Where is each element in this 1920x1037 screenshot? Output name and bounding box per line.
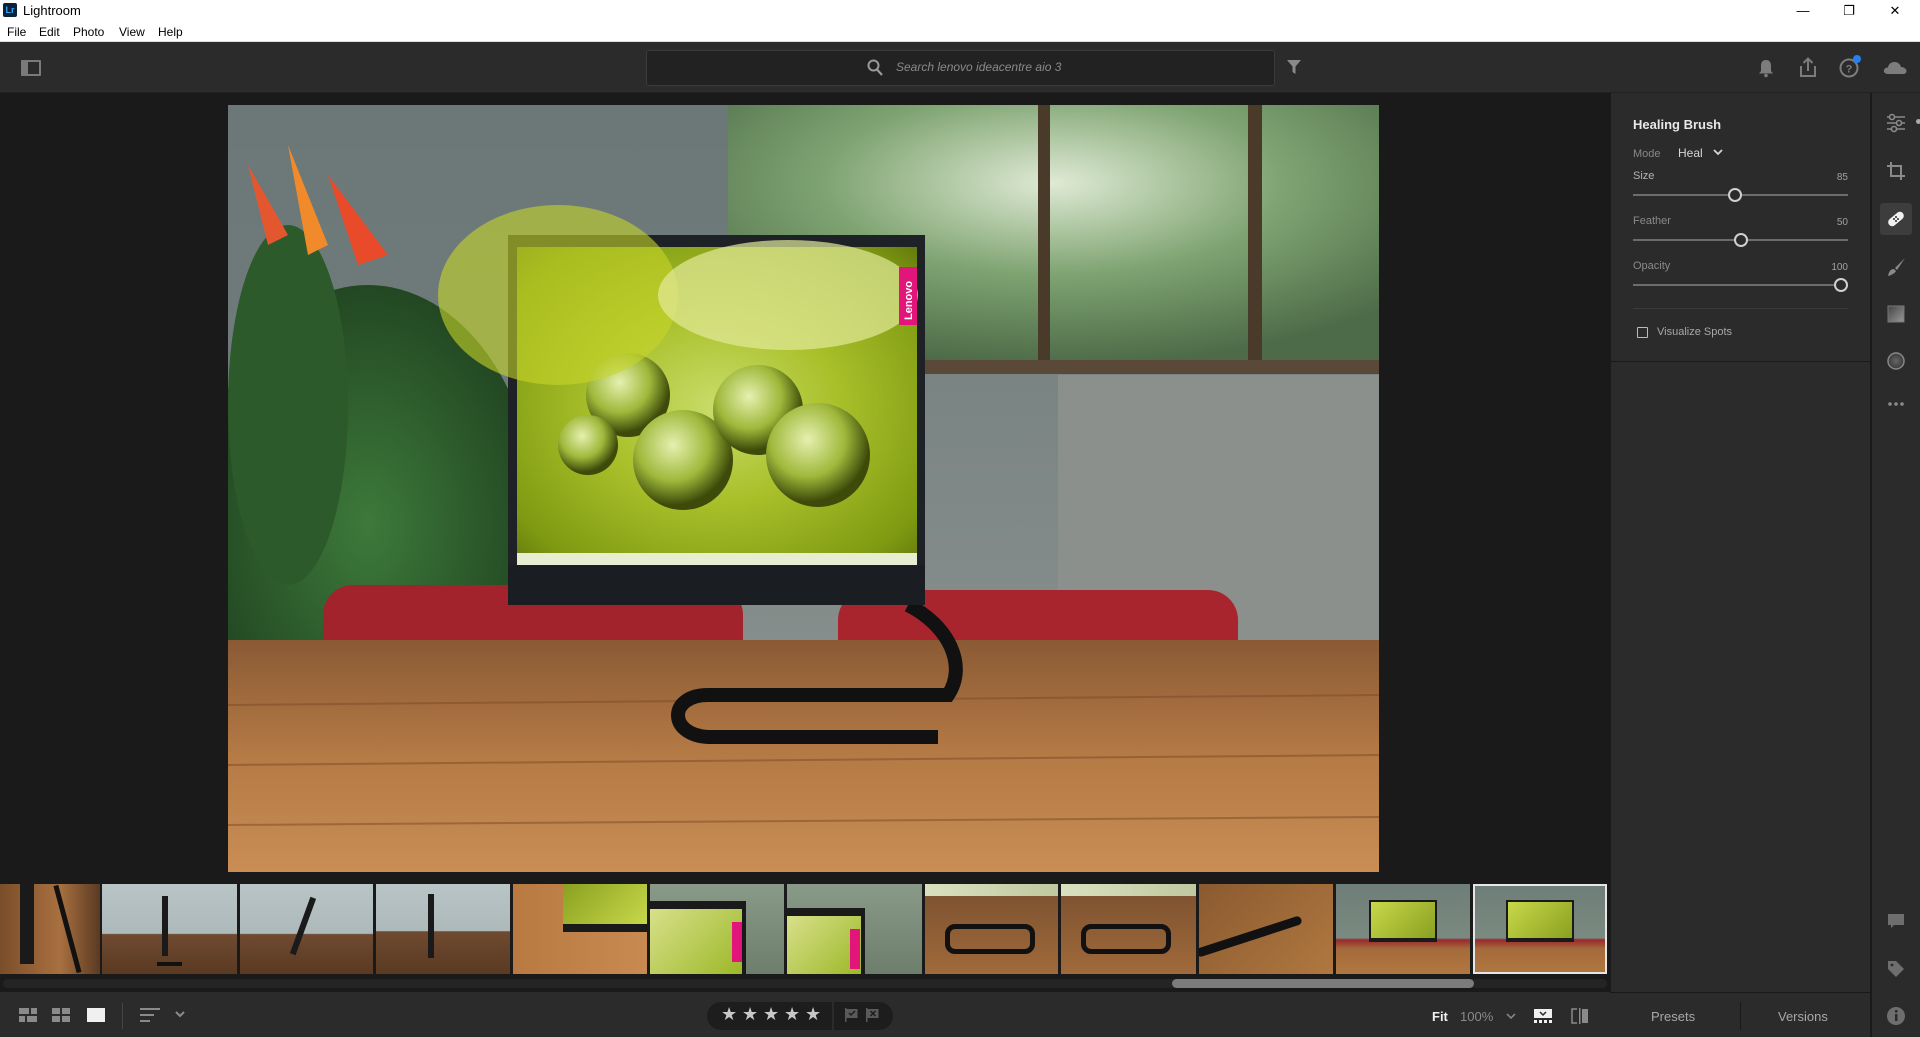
search-icon bbox=[867, 59, 883, 76]
panel-section-divider bbox=[1610, 361, 1870, 362]
star-1-icon[interactable]: ★ bbox=[721, 1004, 737, 1025]
filmstrip-thumbnail[interactable] bbox=[240, 884, 373, 974]
lightroom-app-icon: Lr bbox=[3, 3, 17, 17]
lenovo-logo: Lenovo bbox=[903, 281, 915, 320]
opacity-value[interactable]: 100 bbox=[1780, 262, 1848, 273]
filmstrip-thumbnail[interactable] bbox=[787, 884, 922, 974]
main-photo[interactable]: Lenovo bbox=[228, 105, 1379, 872]
mode-label: Mode bbox=[1633, 148, 1661, 160]
info-icon[interactable] bbox=[1885, 1005, 1907, 1027]
feather-value[interactable]: 50 bbox=[1780, 217, 1848, 228]
radial-gradient-icon[interactable] bbox=[1885, 350, 1907, 372]
zoom-percent[interactable]: 100% bbox=[1460, 1009, 1493, 1024]
brush-icon[interactable] bbox=[1885, 256, 1907, 278]
reject-flag-icon[interactable] bbox=[866, 1008, 879, 1022]
filmstrip-thumbnail[interactable] bbox=[0, 884, 100, 974]
visualize-spots-checkbox[interactable] bbox=[1637, 327, 1648, 338]
filter-icon[interactable] bbox=[1287, 59, 1301, 75]
photo-grid-icon[interactable] bbox=[52, 1008, 70, 1022]
window-title: Lightroom bbox=[23, 3, 81, 18]
menu-view[interactable]: View bbox=[119, 25, 145, 39]
photo-render: Lenovo bbox=[228, 105, 1379, 872]
compare-icon[interactable] bbox=[1571, 1008, 1589, 1024]
filmstrip-thumbnail[interactable] bbox=[102, 884, 237, 974]
share-icon[interactable] bbox=[1797, 57, 1819, 79]
tab-versions[interactable]: Versions bbox=[1778, 1009, 1828, 1024]
filmstrip-thumbnail[interactable] bbox=[925, 884, 1058, 974]
search-placeholder[interactable]: Search lenovo ideacentre aio 3 bbox=[896, 60, 1061, 74]
edit-sliders-icon[interactable] bbox=[1885, 112, 1907, 134]
panel-divider bbox=[1633, 308, 1848, 309]
menu-help[interactable]: Help bbox=[158, 25, 183, 39]
star-5-icon[interactable]: ★ bbox=[805, 1004, 821, 1025]
comment-icon[interactable] bbox=[1885, 910, 1907, 932]
rail-indicator-dot bbox=[1916, 119, 1920, 124]
filmstrip-thumbnail[interactable] bbox=[1336, 884, 1470, 974]
sort-icon[interactable] bbox=[140, 1008, 160, 1022]
square-grid-icon[interactable] bbox=[19, 1008, 37, 1022]
menu-bar bbox=[0, 21, 1920, 42]
restore-button[interactable]: ❐ bbox=[1826, 0, 1872, 21]
star-3-icon[interactable]: ★ bbox=[763, 1004, 779, 1025]
filmstrip-thumbnail[interactable] bbox=[650, 884, 784, 974]
sort-chevron-icon[interactable] bbox=[175, 1011, 185, 1018]
zoom-chevron-icon[interactable] bbox=[1506, 1013, 1516, 1020]
filmstrip-scroll-thumb[interactable] bbox=[1172, 979, 1474, 988]
healing-icon[interactable] bbox=[1885, 208, 1907, 230]
panel-title: Healing Brush bbox=[1633, 117, 1722, 132]
svg-text:?: ? bbox=[1846, 64, 1853, 76]
mode-dropdown[interactable]: Heal bbox=[1678, 146, 1703, 160]
menu-file[interactable]: File bbox=[7, 25, 26, 39]
opacity-slider-knob[interactable] bbox=[1834, 278, 1848, 292]
detail-view-icon[interactable] bbox=[87, 1008, 105, 1022]
star-4-icon[interactable]: ★ bbox=[784, 1004, 800, 1025]
feather-slider-knob[interactable] bbox=[1734, 233, 1748, 247]
divider bbox=[122, 1003, 123, 1029]
feather-label: Feather bbox=[1633, 215, 1671, 227]
panel-toggle-icon[interactable] bbox=[21, 60, 41, 76]
tab-presets[interactable]: Presets bbox=[1651, 1009, 1695, 1024]
zoom-fit-button[interactable]: Fit bbox=[1432, 1009, 1448, 1024]
opacity-label: Opacity bbox=[1633, 260, 1671, 272]
size-value[interactable]: 85 bbox=[1780, 172, 1848, 183]
mode-chevron-icon[interactable] bbox=[1713, 149, 1723, 156]
linear-gradient-icon[interactable] bbox=[1885, 303, 1907, 325]
filmstrip-icon[interactable] bbox=[1534, 1009, 1552, 1023]
opacity-slider[interactable] bbox=[1633, 284, 1848, 286]
filmstrip-thumbnail[interactable] bbox=[1061, 884, 1196, 974]
tab-separator bbox=[1740, 1002, 1741, 1030]
pick-flag-icon[interactable] bbox=[845, 1008, 858, 1022]
cloud-icon[interactable] bbox=[1882, 57, 1908, 79]
star-2-icon[interactable]: ★ bbox=[742, 1004, 758, 1025]
crop-icon[interactable] bbox=[1885, 160, 1907, 182]
minimize-button[interactable]: — bbox=[1780, 0, 1826, 21]
menu-edit[interactable]: Edit bbox=[39, 25, 60, 39]
title-bar bbox=[0, 0, 1920, 21]
close-button[interactable]: ✕ bbox=[1872, 0, 1918, 21]
bell-icon[interactable] bbox=[1755, 57, 1777, 79]
menu-photo[interactable]: Photo bbox=[73, 25, 104, 39]
filmstrip-thumbnail[interactable] bbox=[1199, 884, 1333, 974]
rating-separator bbox=[832, 1002, 834, 1030]
more-icon[interactable] bbox=[1885, 393, 1907, 415]
filmstrip-thumbnail-selected[interactable] bbox=[1473, 884, 1607, 974]
visualize-spots-label[interactable]: Visualize Spots bbox=[1657, 326, 1732, 338]
tag-icon[interactable] bbox=[1885, 958, 1907, 980]
notification-dot bbox=[1853, 55, 1861, 63]
filmstrip-thumbnail[interactable] bbox=[513, 884, 647, 974]
size-label: Size bbox=[1633, 170, 1655, 182]
filmstrip-thumbnail[interactable] bbox=[376, 884, 510, 974]
size-slider-knob[interactable] bbox=[1728, 188, 1742, 202]
